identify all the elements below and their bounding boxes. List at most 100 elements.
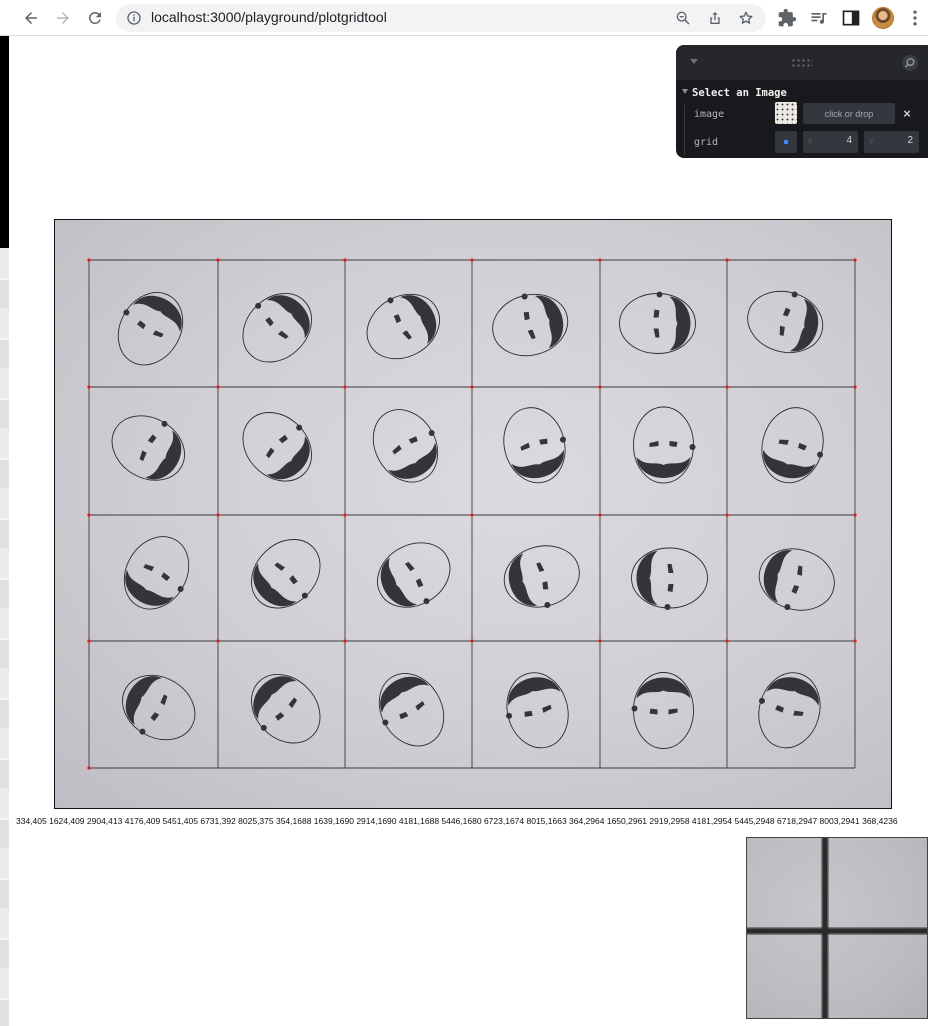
face-beard (253, 676, 297, 720)
reload-button[interactable] (83, 6, 107, 30)
back-button[interactable] (19, 6, 43, 30)
face-eye (147, 434, 157, 444)
grid-x-input[interactable]: x 4 (803, 131, 858, 153)
grid-marker (216, 639, 220, 643)
face-eye (775, 704, 784, 713)
face-beard (511, 449, 564, 479)
face-beard (266, 295, 310, 339)
face-beard (763, 449, 816, 479)
face-outline (366, 293, 440, 360)
face-eye (667, 584, 674, 592)
face-eye (408, 436, 418, 444)
browser-menu-button[interactable] (905, 8, 925, 28)
face-eye (265, 447, 275, 459)
search-icon (904, 57, 915, 68)
face-drawing (747, 290, 824, 353)
face-drawing (503, 545, 580, 608)
face-drawing (117, 292, 184, 366)
face-ear (301, 592, 308, 599)
magnifier-loupe (746, 837, 928, 1019)
grid-marker (598, 513, 602, 517)
face-drawing (503, 407, 566, 484)
face-eye (275, 712, 285, 721)
url-text[interactable]: localhost:3000/playground/plotgridtool (151, 9, 387, 25)
face-beard (508, 677, 561, 706)
face-outline (122, 674, 196, 741)
panel-search-button[interactable] (902, 55, 918, 71)
address-bar[interactable]: localhost:3000/playground/plotgridtool (116, 4, 766, 32)
bookmark-button[interactable] (738, 10, 754, 26)
face-beard (253, 563, 297, 607)
face-eye (527, 329, 536, 340)
star-icon (739, 11, 753, 24)
face-eye (793, 710, 804, 716)
grid-marker (853, 385, 857, 389)
face-outline (251, 674, 321, 744)
media-button[interactable] (809, 8, 829, 28)
image-drop-button[interactable]: click or drop (803, 103, 895, 124)
forward-button[interactable] (51, 6, 75, 30)
grid-marker (853, 639, 857, 643)
extensions-button[interactable] (777, 8, 797, 28)
face-eye (653, 328, 660, 338)
face-drawing (633, 406, 696, 484)
face-eye (274, 562, 286, 571)
grid-point-picker[interactable] (775, 131, 797, 153)
grid-y-input[interactable]: y 2 (864, 131, 919, 153)
share-button[interactable] (707, 10, 723, 26)
face-ear (656, 291, 663, 298)
zoom-button[interactable] (675, 10, 691, 26)
face-outline (123, 536, 190, 610)
face-outline (251, 539, 321, 609)
kebab-menu-icon (913, 10, 917, 26)
face-eye (782, 307, 791, 317)
folder-select-image[interactable]: Select an Image (682, 87, 787, 101)
face-ear (817, 451, 824, 458)
arrow-right-icon (57, 12, 69, 24)
info-icon[interactable] (126, 10, 142, 26)
face-ear (784, 604, 791, 611)
face-drawing (242, 293, 312, 363)
face-beard (763, 550, 793, 603)
grid-label: grid (694, 137, 719, 148)
grid-marker (343, 385, 347, 389)
collapse-icon[interactable] (690, 59, 698, 64)
grid-y-axis-label: y (869, 136, 873, 145)
face-eye (160, 694, 168, 706)
grid-marker (853, 513, 857, 517)
face-outline (242, 293, 312, 363)
image-label: image (694, 109, 725, 120)
face-ear (255, 302, 262, 309)
face-ear (791, 291, 798, 298)
image-thumbnail[interactable] (775, 102, 797, 124)
face-beard (266, 436, 310, 480)
face-ear (689, 444, 696, 450)
grid-marker (87, 513, 91, 517)
drag-handle-icon[interactable] (791, 58, 813, 68)
grid-marker (598, 258, 602, 262)
face-eye (150, 712, 160, 722)
face-ear (758, 697, 765, 704)
face-eye (399, 711, 409, 720)
clear-image-button[interactable]: × (899, 105, 915, 121)
face-eye (277, 330, 289, 340)
panel-header[interactable] (676, 45, 928, 80)
profile-avatar[interactable] (872, 7, 894, 29)
side-panel-button[interactable] (841, 8, 861, 28)
face-eye (278, 434, 288, 444)
face-eye (669, 441, 678, 447)
grid-marker (343, 513, 347, 517)
point-dot-icon (784, 140, 788, 144)
face-eye (668, 708, 678, 715)
face-beard (534, 295, 564, 349)
grid-marker (87, 766, 91, 770)
grid-coordinates-readout: 334,405 1624,409 2904,413 4176,409 5451,… (16, 816, 898, 826)
grid-marker (725, 513, 729, 517)
grid-marker (470, 513, 474, 517)
reload-icon (89, 12, 101, 24)
face-drawing (758, 548, 835, 611)
face-eye (536, 562, 545, 572)
plot-photo-canvas[interactable] (54, 219, 892, 809)
media-queue-icon (811, 13, 827, 24)
grid-marker (87, 385, 91, 389)
